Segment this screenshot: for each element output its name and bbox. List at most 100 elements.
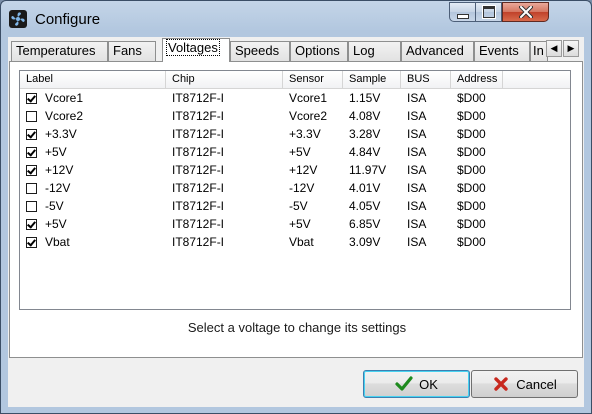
row-label-text: Vcore2 (45, 109, 84, 123)
row-label-text: Vbat (45, 235, 70, 249)
row-address-cell: $D00 (457, 181, 486, 195)
row-chip-cell: IT8712F-I (172, 91, 225, 105)
tab-temperatures[interactable]: Temperatures (11, 41, 108, 61)
row-address-cell: $D00 (457, 145, 486, 159)
row-checkbox[interactable] (26, 200, 37, 212)
row-chip-cell: IT8712F-I (172, 145, 225, 159)
row-chip-cell: IT8712F-I (172, 217, 225, 231)
row-sample-cell: 1.15V (349, 91, 381, 105)
row-checkbox[interactable] (26, 164, 37, 176)
row-chip-cell: IT8712F-I (172, 163, 225, 177)
row-sample-cell: 3.28V (349, 127, 381, 141)
row-label-text: -5V (45, 199, 64, 213)
row-checkbox[interactable] (26, 128, 37, 140)
row-sensor-cell: +5V (289, 145, 311, 159)
tab-scroll-arrows: ◀ ▶ (546, 40, 580, 57)
minimize-button[interactable] (449, 2, 476, 22)
row-sensor-cell: -5V (289, 199, 308, 213)
tab-log[interactable]: Log (348, 41, 401, 61)
ok-button[interactable]: OK (363, 370, 470, 398)
close-icon (518, 6, 533, 18)
chevron-right-icon[interactable]: ▶ (563, 40, 579, 57)
row-sample-cell: 6.85V (349, 217, 381, 231)
maximize-button[interactable] (475, 2, 502, 22)
table-row[interactable]: Vcore2 IT8712F-I Vcore2 4.08V ISA $D00 (20, 107, 570, 125)
row-checkbox[interactable] (26, 110, 37, 122)
tab-label: Advanced (406, 43, 464, 58)
tab-advanced[interactable]: Advanced (401, 41, 474, 61)
row-label-text: +12V (45, 163, 74, 177)
row-sample-cell: 4.01V (349, 181, 381, 195)
row-bus-cell: ISA (407, 163, 427, 177)
column-header-address[interactable]: Address (451, 71, 503, 88)
table-row[interactable]: +5V IT8712F-I +5V 4.84V ISA $D00 (20, 143, 570, 161)
tab-label: Events (479, 43, 519, 58)
column-header-chip[interactable]: Chip (166, 71, 283, 88)
row-sample-cell: 3.09V (349, 235, 381, 249)
row-label-cell: -5V (20, 197, 166, 215)
cancel-button[interactable]: Cancel (471, 370, 578, 398)
row-chip-cell: IT8712F-I (172, 109, 225, 123)
tab-strip: Temperatures Fans Voltages Speeds Option… (8, 37, 584, 62)
list-header: Label Chip Sensor Sample BUS Address (20, 71, 570, 89)
tab-voltages[interactable]: Voltages (162, 38, 230, 62)
row-address-cell: $D00 (457, 91, 486, 105)
tab-label: Options (295, 43, 340, 58)
column-header-empty (503, 71, 570, 88)
row-sample-cell: 4.05V (349, 199, 381, 213)
row-address-cell: $D00 (457, 217, 486, 231)
row-checkbox[interactable] (26, 92, 37, 104)
row-label-text: +3.3V (45, 127, 77, 141)
table-row[interactable]: Vbat IT8712F-I Vbat 3.09V ISA $D00 (20, 233, 570, 251)
row-address-cell: $D00 (457, 163, 486, 177)
row-sensor-cell: -12V (289, 181, 315, 195)
cancel-button-label: Cancel (516, 376, 557, 392)
row-checkbox[interactable] (26, 182, 37, 194)
row-address-cell: $D00 (457, 127, 486, 141)
tab-options[interactable]: Options (290, 41, 348, 61)
table-row[interactable]: +3.3V IT8712F-I +3.3V 3.28V ISA $D00 (20, 125, 570, 143)
row-address-cell: $D00 (457, 109, 486, 123)
row-label-cell: +12V (20, 161, 166, 179)
row-label-text: -12V (45, 181, 71, 195)
table-row[interactable]: Vcore1 IT8712F-I Vcore1 1.15V ISA $D00 (20, 89, 570, 107)
voltage-list[interactable]: Label Chip Sensor Sample BUS Address Vco… (19, 70, 571, 310)
row-label-cell: +5V (20, 215, 166, 233)
row-label-cell: Vcore2 (20, 107, 166, 125)
row-sensor-cell: Vcore1 (289, 91, 328, 105)
row-checkbox[interactable] (26, 146, 37, 158)
x-icon (492, 376, 510, 392)
tab-speeds[interactable]: Speeds (230, 41, 290, 61)
row-chip-cell: IT8712F-I (172, 235, 225, 249)
tab-label: Fans (113, 43, 142, 58)
row-checkbox[interactable] (26, 236, 37, 248)
maximize-icon (482, 6, 495, 18)
table-row[interactable]: -5V IT8712F-I -5V 4.05V ISA $D00 (20, 197, 570, 215)
tab-label: Temperatures (16, 43, 96, 58)
row-chip-cell: IT8712F-I (172, 199, 225, 213)
column-header-bus[interactable]: BUS (401, 71, 451, 88)
row-sensor-cell: +12V (289, 163, 318, 177)
tab-fans[interactable]: Fans (108, 41, 156, 61)
row-bus-cell: ISA (407, 127, 427, 141)
configure-window: Configure Temperatures Fans Voltages Spe… (0, 0, 592, 414)
column-header-sample[interactable]: Sample (343, 71, 401, 88)
window-title: Configure (35, 11, 101, 28)
table-row[interactable]: +12V IT8712F-I +12V 11.97V ISA $D00 (20, 161, 570, 179)
row-bus-cell: ISA (407, 109, 427, 123)
column-header-sensor[interactable]: Sensor (283, 71, 343, 88)
row-sensor-cell: Vcore2 (289, 109, 328, 123)
row-bus-cell: ISA (407, 217, 427, 231)
close-button[interactable] (502, 2, 549, 22)
chevron-left-icon[interactable]: ◀ (546, 40, 562, 57)
row-label-cell: +3.3V (20, 125, 166, 143)
title-bar[interactable]: Configure (1, 1, 591, 37)
table-row[interactable]: +5V IT8712F-I +5V 6.85V ISA $D00 (20, 215, 570, 233)
row-checkbox[interactable] (26, 218, 37, 230)
ok-button-label: OK (419, 376, 438, 392)
row-bus-cell: ISA (407, 181, 427, 195)
tab-events[interactable]: Events (474, 41, 530, 61)
table-row[interactable]: -12V IT8712F-I -12V 4.01V ISA $D00 (20, 179, 570, 197)
row-bus-cell: ISA (407, 235, 427, 249)
column-header-label[interactable]: Label (20, 71, 166, 88)
